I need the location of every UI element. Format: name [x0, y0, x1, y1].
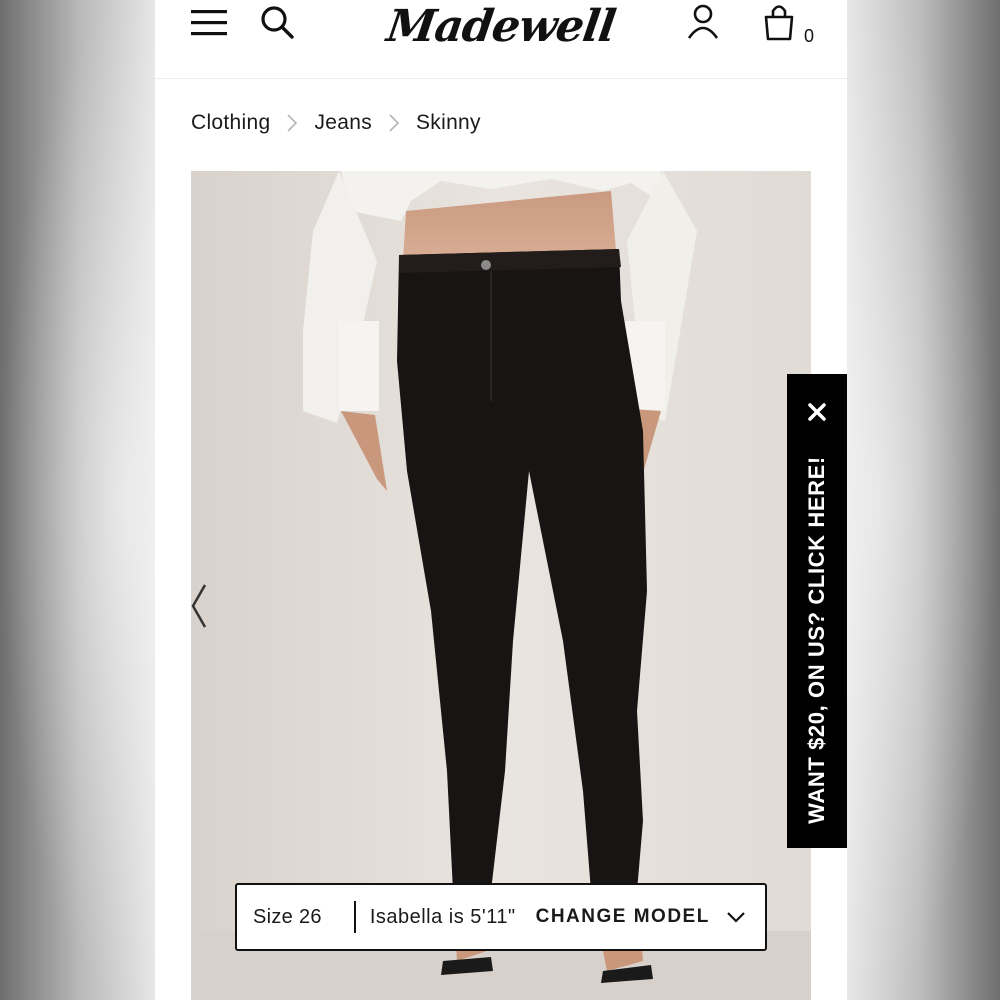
- shopping-bag-icon: [764, 5, 794, 41]
- promo-text: WANT $20, ON US? CLICK HERE!: [804, 456, 829, 824]
- search-icon: [261, 6, 294, 39]
- hamburger-menu-icon: [191, 10, 227, 36]
- bag-count-badge: 0: [804, 26, 815, 46]
- site-header: Madewell 0: [155, 0, 847, 79]
- product-image[interactable]: [191, 171, 811, 1000]
- model-size-label: Size 26: [253, 905, 322, 928]
- product-page: Madewell 0 Clothing Jeans Skinny Size 26…: [155, 0, 847, 1000]
- user-icon: [687, 4, 719, 39]
- product-photo-jeans: [191, 171, 811, 1000]
- change-model-button[interactable]: CHANGE MODEL: [536, 906, 746, 928]
- breadcrumb-jeans[interactable]: Jeans: [314, 111, 372, 135]
- shopping-bag-button[interactable]: [759, 2, 799, 42]
- promo-tab[interactable]: WANT $20, ON US? CLICK HERE!: [787, 374, 847, 848]
- chevron-left-icon[interactable]: [191, 581, 211, 631]
- menu-button[interactable]: [189, 2, 229, 42]
- background-shade-left: [0, 0, 155, 1000]
- breadcrumb-clothing[interactable]: Clothing: [191, 111, 270, 135]
- account-button[interactable]: [683, 2, 723, 42]
- search-button[interactable]: [257, 2, 297, 42]
- model-description: Isabella is 5'11": [369, 905, 516, 928]
- breadcrumb: Clothing Jeans Skinny: [191, 108, 481, 138]
- breadcrumb-skinny[interactable]: Skinny: [416, 111, 481, 135]
- chevron-right-icon: [389, 114, 400, 132]
- chevron-right-icon: [287, 114, 298, 132]
- model-bar-divider: [353, 901, 356, 933]
- model-selector-bar[interactable]: Size 26 Isabella is 5'11" CHANGE MODEL: [235, 883, 767, 951]
- background-shade-right: [847, 0, 1000, 1000]
- close-icon[interactable]: [805, 400, 829, 424]
- chevron-down-icon: [727, 912, 745, 923]
- change-model-label: CHANGE MODEL: [535, 906, 710, 927]
- madewell-logo[interactable]: Madewell: [377, 0, 626, 58]
